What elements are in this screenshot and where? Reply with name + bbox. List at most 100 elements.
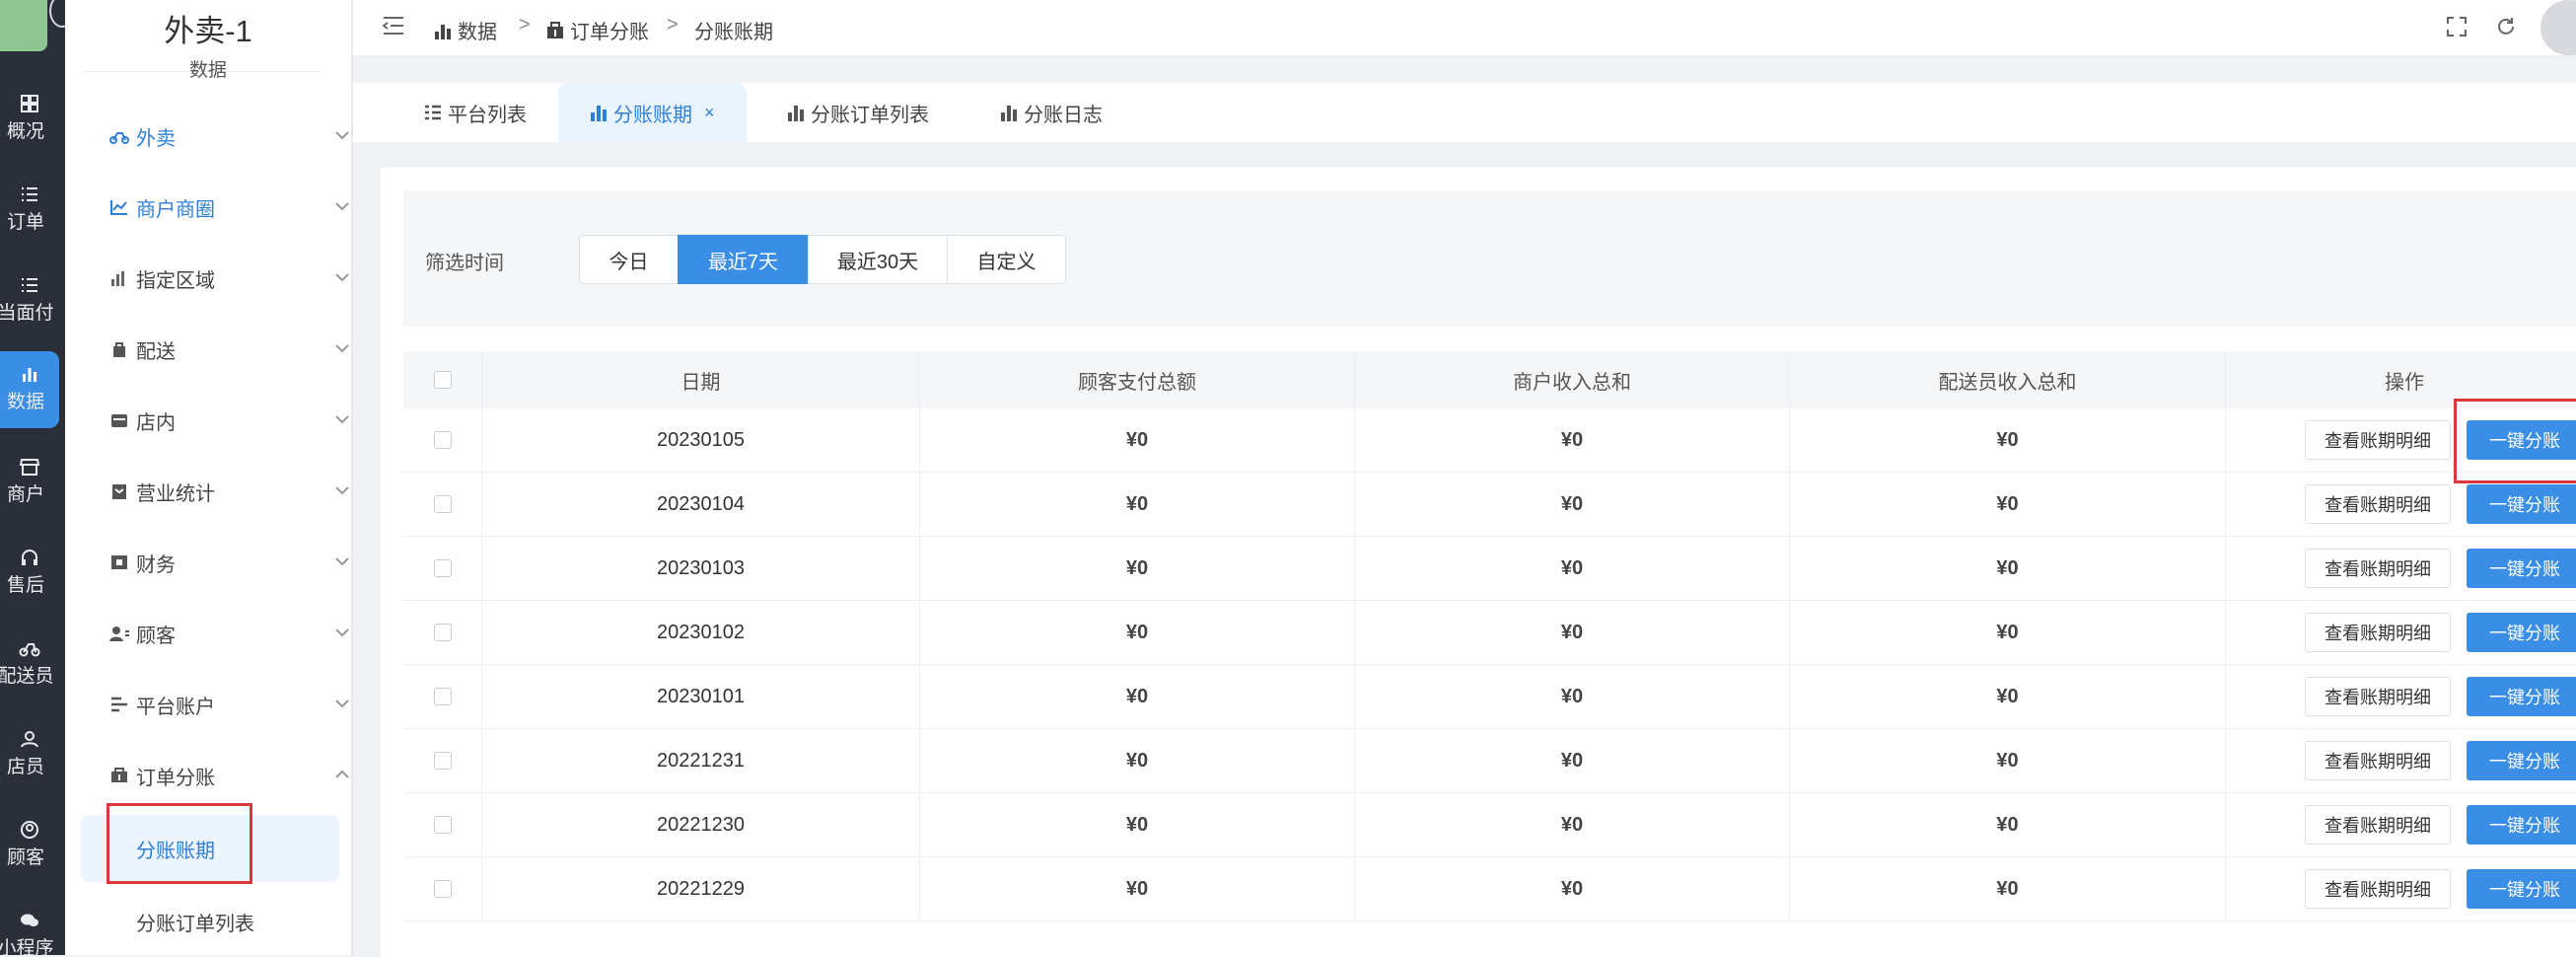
date-cell: 20230101 — [482, 665, 920, 728]
filter-today-button[interactable]: 今日 — [579, 235, 679, 284]
row-checkbox[interactable] — [433, 559, 452, 577]
list-icon — [19, 184, 40, 205]
filter-last30-button[interactable]: 最近30天 — [808, 235, 948, 284]
rail-item-rider[interactable]: 配送员 — [0, 626, 59, 702]
view-period-detail-button[interactable]: 查看账期明细 — [2305, 869, 2451, 909]
date-cell: 20221231 — [482, 729, 920, 792]
column-header[interactable]: 日期 — [482, 351, 920, 408]
menu-platform-account[interactable]: 平台账户 — [108, 677, 375, 732]
row-checkbox[interactable] — [433, 880, 452, 898]
breadcrumb-separator: > — [667, 14, 679, 36]
close-icon[interactable]: × — [704, 103, 715, 123]
rail-item-merchant[interactable]: 商户 — [0, 444, 59, 521]
rail-item-customer[interactable]: 顾客 — [0, 807, 59, 884]
row-checkbox[interactable] — [433, 816, 452, 834]
bar-chart-icon — [1001, 106, 1017, 121]
rail-item-facepay[interactable]: 当面付 — [0, 262, 59, 339]
view-period-detail-button[interactable]: 查看账期明细 — [2305, 549, 2451, 588]
top-header: 数据 > 订单分账 > 分账账期 — [353, 0, 2576, 56]
menu-customers[interactable]: 顾客 — [108, 606, 375, 661]
menu-in-store[interactable]: 店内 — [108, 393, 375, 448]
breadcrumb-label: 订单分账 — [570, 22, 649, 43]
dashboard-icon — [19, 93, 40, 114]
view-period-detail-button[interactable]: 查看账期明细 — [2305, 677, 2451, 716]
column-header[interactable]: 顾客支付总额 — [920, 351, 1355, 408]
one-click-split-button[interactable]: 一键分账 — [2467, 805, 2576, 845]
table-row: 20221231 ¥0 ¥0 ¥0 查看账期明细 一键分账 — [403, 729, 2576, 793]
select-all-checkbox[interactable] — [433, 371, 452, 389]
menu-finance[interactable]: 财务 — [108, 535, 375, 590]
rider-total-cell: ¥0 — [1790, 729, 2226, 792]
filter-custom-button[interactable]: 自定义 — [947, 235, 1066, 284]
one-click-split-button[interactable]: 一键分账 — [2467, 613, 2576, 652]
merchant-total-cell: ¥0 — [1355, 408, 1790, 472]
menu-delivery[interactable]: 配送 — [108, 322, 375, 377]
section-title: 数据 — [188, 60, 227, 81]
line-chart-icon — [108, 196, 130, 218]
submenu-split-order-list[interactable]: 分账订单列表 — [81, 888, 339, 955]
one-click-split-button[interactable]: 一键分账 — [2467, 741, 2576, 780]
tab-split-order-list[interactable]: 分账订单列表 — [787, 83, 929, 142]
row-select-cell — [403, 729, 482, 792]
view-period-detail-button[interactable]: 查看账期明细 — [2305, 420, 2451, 460]
one-click-split-button[interactable]: 一键分账 — [2467, 869, 2576, 909]
rail-label: 商户 — [6, 484, 44, 505]
row-select-cell — [403, 857, 482, 920]
tab-label: 分账日志 — [1024, 104, 1103, 126]
breadcrumb-order-split[interactable]: 订单分账 — [546, 16, 649, 44]
filter-label: 筛选时间 — [425, 253, 504, 274]
merchant-total-cell: ¥0 — [1355, 793, 1790, 856]
rail-item-orders[interactable]: 订单 — [0, 172, 59, 249]
menu-designated-area[interactable]: 指定区域 — [108, 251, 375, 306]
view-period-detail-button[interactable]: 查看账期明细 — [2305, 484, 2451, 524]
rail-item-data[interactable]: 数据 — [0, 351, 59, 428]
submenu-label: 分账订单列表 — [136, 913, 254, 935]
table-row: 20221230 ¥0 ¥0 ¥0 查看账期明细 一键分账 — [403, 793, 2576, 857]
bar-chart-icon — [435, 24, 451, 39]
view-period-detail-button[interactable]: 查看账期明细 — [2305, 613, 2451, 652]
chevron-down-icon — [335, 628, 349, 637]
one-click-split-button[interactable]: 一键分账 — [2467, 677, 2576, 716]
row-checkbox[interactable] — [433, 495, 452, 513]
one-click-split-button[interactable]: 一键分账 — [2467, 549, 2576, 588]
annotation-highlight-box — [107, 803, 252, 884]
rail-item-staff[interactable]: 店员 — [0, 716, 59, 793]
column-header[interactable]: 配送员收入总和 — [1790, 351, 2226, 408]
menu-order-split[interactable]: 订单分账 — [108, 748, 375, 803]
menu-label: 营业统计 — [136, 482, 215, 505]
rail-label: 小程序 — [0, 938, 54, 955]
tab-split-period[interactable]: 分账账期 × — [558, 83, 747, 142]
view-period-detail-button[interactable]: 查看账期明细 — [2305, 741, 2451, 780]
rail-item-overview[interactable]: 概况 — [0, 81, 59, 158]
breadcrumb-label: 分账账期 — [694, 22, 773, 43]
row-checkbox[interactable] — [433, 688, 452, 705]
fullscreen-icon[interactable] — [2446, 16, 2468, 37]
one-click-split-button[interactable]: 一键分账 — [2467, 484, 2576, 524]
bar-chart-icon — [108, 267, 130, 289]
chevron-down-icon — [335, 273, 349, 282]
staff-icon — [19, 728, 40, 750]
column-header[interactable]: 商户收入总和 — [1355, 351, 1790, 408]
align-icon — [108, 694, 130, 715]
view-period-detail-button[interactable]: 查看账期明细 — [2305, 805, 2451, 845]
tab-platform-list[interactable]: 平台列表 — [424, 83, 527, 142]
menu-takeout[interactable]: 外卖 — [108, 109, 375, 164]
bag-icon — [108, 338, 130, 360]
rail-item-miniprogram[interactable]: 小程序 — [0, 898, 59, 955]
rail-item-aftersale[interactable]: 售后 — [0, 535, 59, 612]
row-checkbox[interactable] — [433, 624, 452, 641]
menu-merchant-district[interactable]: 商户商圈 — [108, 180, 375, 235]
collapse-menu-icon[interactable] — [383, 16, 404, 36]
tab-split-log[interactable]: 分账日志 — [1000, 83, 1103, 142]
row-select-cell — [403, 601, 482, 664]
breadcrumb-data[interactable]: 数据 — [434, 16, 497, 44]
menu-business-stats[interactable]: 营业统计 — [108, 464, 375, 519]
row-checkbox[interactable] — [433, 752, 452, 770]
filter-last7-button[interactable]: 最近7天 — [678, 235, 809, 284]
refresh-icon[interactable] — [2495, 16, 2517, 37]
avatar[interactable] — [2540, 0, 2576, 55]
row-checkbox[interactable] — [433, 431, 452, 449]
menu-label: 平台账户 — [136, 696, 215, 718]
list-icon — [425, 105, 441, 120]
rail-label: 售后 — [6, 575, 44, 596]
